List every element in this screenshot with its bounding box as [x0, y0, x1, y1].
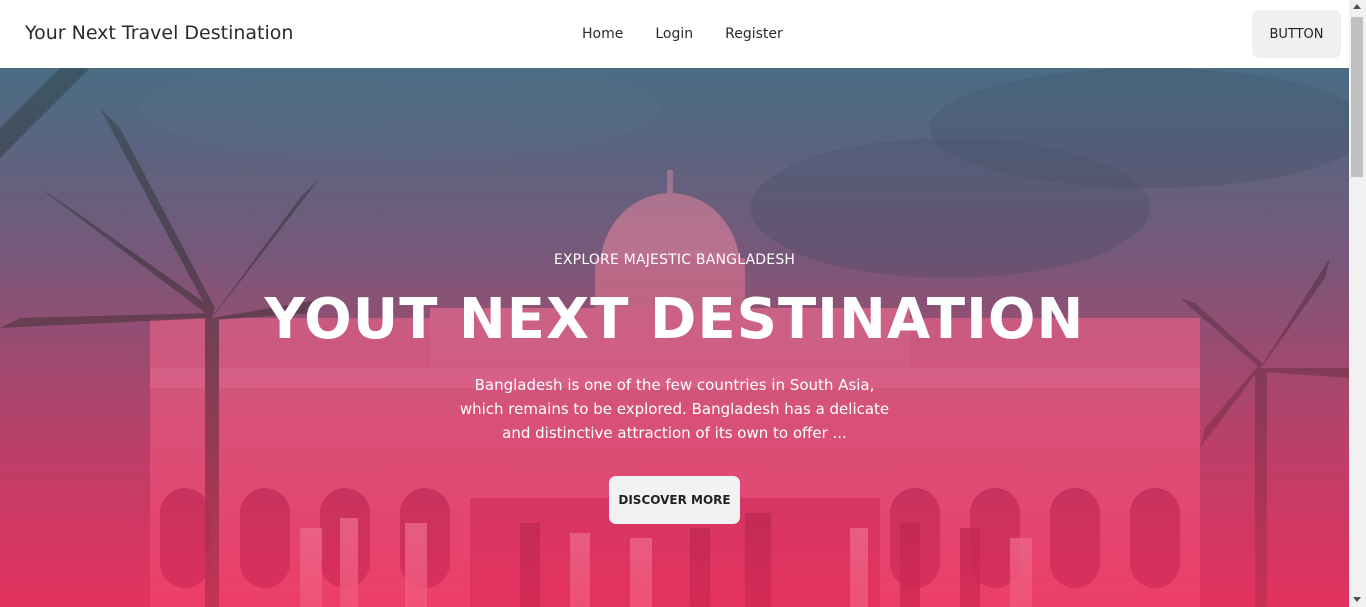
hero-eyebrow: EXPLORE MAJESTIC BANGLADESH: [553, 252, 796, 268]
nav-link-home[interactable]: Home: [582, 26, 623, 42]
hero-description: Bangladesh is one of the few countries i…: [459, 376, 890, 442]
brand-title[interactable]: Your Next Travel Destination: [25, 22, 293, 44]
navbar: Your Next Travel Destination Home Login …: [0, 0, 1349, 68]
nav-links: Home Login Register: [582, 26, 815, 42]
nav-link-register[interactable]: Register: [725, 26, 783, 42]
scroll-down-arrow-icon[interactable]: [1353, 597, 1361, 602]
hero-content: EXPLORE MAJESTIC BANGLADESH YOUT NEXT DE…: [0, 68, 1349, 607]
scrollbar-thumb[interactable]: [1351, 17, 1363, 177]
page: Your Next Travel Destination Home Login …: [0, 0, 1366, 607]
hero-headline: YOUT NEXT DESTINATION: [264, 287, 1085, 352]
vertical-scrollbar[interactable]: [1349, 0, 1366, 607]
scroll-up-arrow-icon[interactable]: [1353, 4, 1361, 9]
nav-link-login[interactable]: Login: [655, 26, 693, 42]
hero-section: EXPLORE MAJESTIC BANGLADESH YOUT NEXT DE…: [0, 68, 1349, 607]
navbar-button[interactable]: BUTTON: [1252, 10, 1341, 58]
discover-more-button[interactable]: DISCOVER MORE: [609, 476, 740, 524]
